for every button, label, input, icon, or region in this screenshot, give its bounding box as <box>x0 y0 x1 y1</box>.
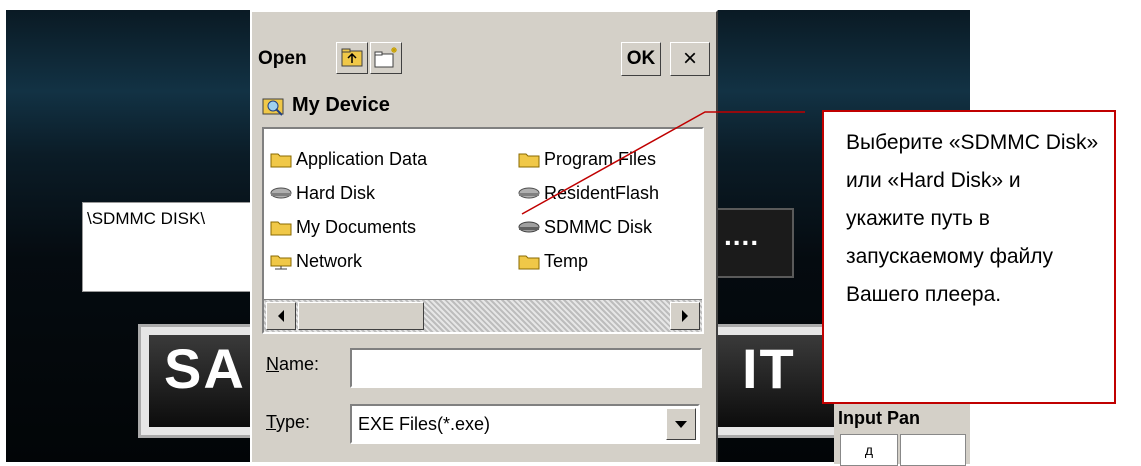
callout-note: Выберите «SDMMC Disk» или «Hard Disk» и … <box>822 110 1116 404</box>
